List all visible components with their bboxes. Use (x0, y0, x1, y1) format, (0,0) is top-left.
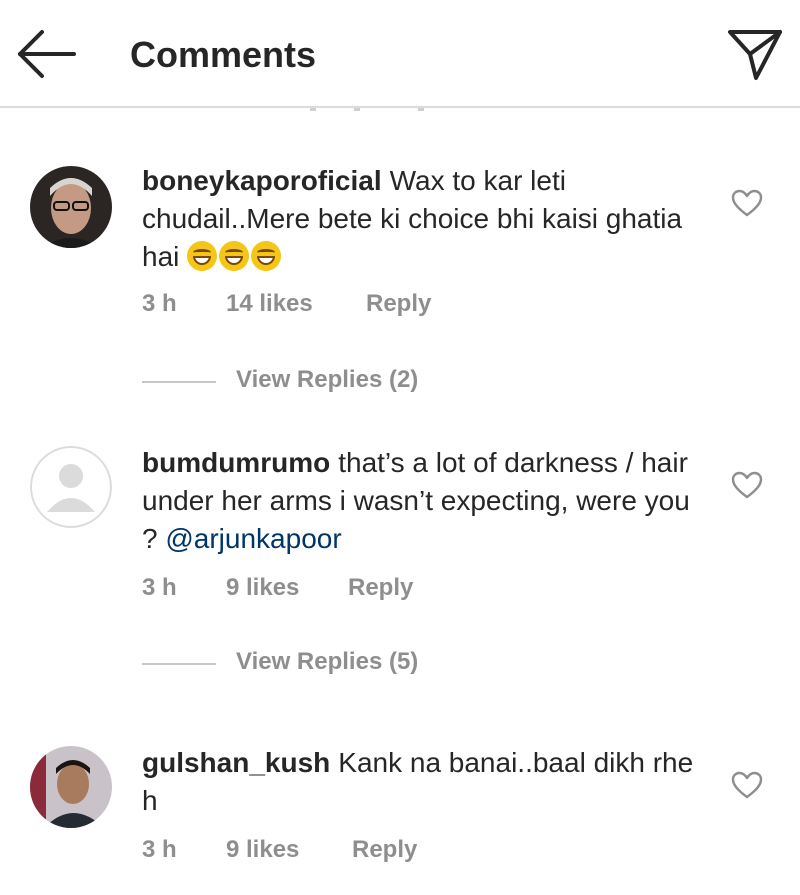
heart-icon[interactable] (730, 188, 764, 218)
grinning-squinting-face-emoji (187, 241, 218, 271)
grinning-squinting-face-emoji (251, 241, 282, 271)
page-title: Comments (130, 34, 317, 75)
avatar[interactable] (30, 166, 112, 248)
grinning-squinting-face-emoji (219, 241, 250, 271)
share-button[interactable] (722, 20, 786, 84)
replies-divider (142, 663, 216, 665)
comment-username[interactable]: boneykaporoficial (142, 165, 382, 196)
reply-button[interactable]: Reply (366, 290, 431, 318)
comment-time: 3 h (142, 574, 177, 601)
replies-divider (142, 381, 216, 383)
heart-icon[interactable] (730, 470, 764, 500)
paper-plane-icon (728, 30, 782, 80)
arrow-left-icon (18, 30, 76, 78)
view-replies-label: View Replies (2) (236, 366, 419, 393)
comment-likes[interactable]: 9 likes (226, 836, 299, 864)
back-button[interactable] (14, 24, 80, 84)
avatar[interactable] (30, 446, 112, 528)
reply-button[interactable]: Reply (352, 836, 417, 864)
comment-time: 3 h (142, 290, 177, 317)
comment-username[interactable]: bumdumrumo (142, 447, 330, 478)
comment-time: 3 h (142, 836, 177, 863)
reply-button[interactable]: Reply (348, 574, 413, 602)
scroll-remnant (290, 108, 450, 112)
comment-likes[interactable]: 9 likes (226, 574, 299, 602)
comments-header: Comments (0, 0, 800, 108)
view-replies-button[interactable]: View Replies (5) (142, 648, 542, 678)
view-replies-label: View Replies (5) (236, 648, 419, 675)
comment-likes[interactable]: 14 likes (226, 290, 313, 318)
comment-text: gulshan_kush Kank na banai..baal dikh rhe… (142, 744, 702, 820)
comment-text: boneykaporoficial Wax to kar leti chudail… (142, 162, 702, 276)
mention-link[interactable]: @arjunkapoor (165, 523, 341, 554)
avatar[interactable] (30, 746, 112, 828)
comment-text: bumdumrumo that’s a lot of darkness / hai… (142, 444, 702, 558)
comment-username[interactable]: gulshan_kush (142, 747, 330, 778)
view-replies-button[interactable]: View Replies (2) (142, 366, 542, 396)
heart-icon[interactable] (730, 770, 764, 800)
